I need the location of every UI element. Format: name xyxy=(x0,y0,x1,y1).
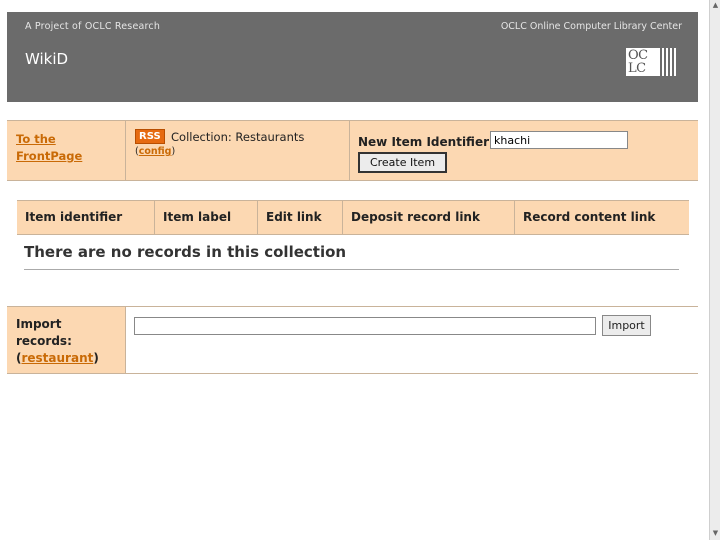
import-records-label: Import records: (restaurant) xyxy=(16,317,99,365)
new-item-identifier-input[interactable] xyxy=(490,131,628,149)
column-record-content-link: Record content link xyxy=(523,210,656,224)
scroll-down-icon[interactable]: ▼ xyxy=(711,528,720,539)
empty-records-message: There are no records in this collection xyxy=(24,243,347,261)
column-item-identifier: Item identifier xyxy=(25,210,123,224)
config-link[interactable]: config xyxy=(139,146,172,157)
records-area: Item identifier Item label Edit link Dep… xyxy=(7,181,698,307)
import-panel: Import records: (restaurant) Import xyxy=(7,307,698,374)
site-header: A Project of OCLC Research OCLC Online C… xyxy=(7,12,698,102)
logo-text-bottom: LC xyxy=(628,61,646,76)
config-wrapper: (config) xyxy=(135,146,176,157)
org-tagline: OCLC Online Computer Library Center xyxy=(500,21,682,32)
import-button[interactable]: Import xyxy=(602,315,651,336)
column-item-label: Item label xyxy=(163,210,232,224)
rss-feed-button[interactable]: RSS xyxy=(135,129,165,144)
restaurant-link[interactable]: restaurant xyxy=(21,351,93,365)
collection-title: Collection: Restaurants xyxy=(171,130,305,144)
divider xyxy=(24,269,679,270)
records-table-header: Item identifier Item label Edit link Dep… xyxy=(17,200,689,235)
oclc-logo[interactable]: OC LC xyxy=(626,48,678,78)
vertical-scrollbar[interactable]: ▲ ▼ xyxy=(709,0,720,540)
frontpage-link[interactable]: To the FrontPage xyxy=(16,131,116,165)
column-deposit-record-link: Deposit record link xyxy=(351,210,480,224)
create-item-button[interactable]: Create Item xyxy=(358,152,447,173)
project-tagline: A Project of OCLC Research xyxy=(25,21,161,32)
column-edit-link: Edit link xyxy=(266,210,322,224)
scroll-up-icon[interactable]: ▲ xyxy=(711,0,720,11)
import-records-input[interactable] xyxy=(134,317,596,335)
import-label-cell: Import records: (restaurant) xyxy=(7,307,125,373)
import-controls: Import xyxy=(126,307,698,373)
collection-panel: To the FrontPage RSS Collection: Restaur… xyxy=(7,120,698,181)
app-title: WikiD xyxy=(25,50,69,68)
new-item-identifier-label: New Item Identifier: xyxy=(358,135,494,149)
